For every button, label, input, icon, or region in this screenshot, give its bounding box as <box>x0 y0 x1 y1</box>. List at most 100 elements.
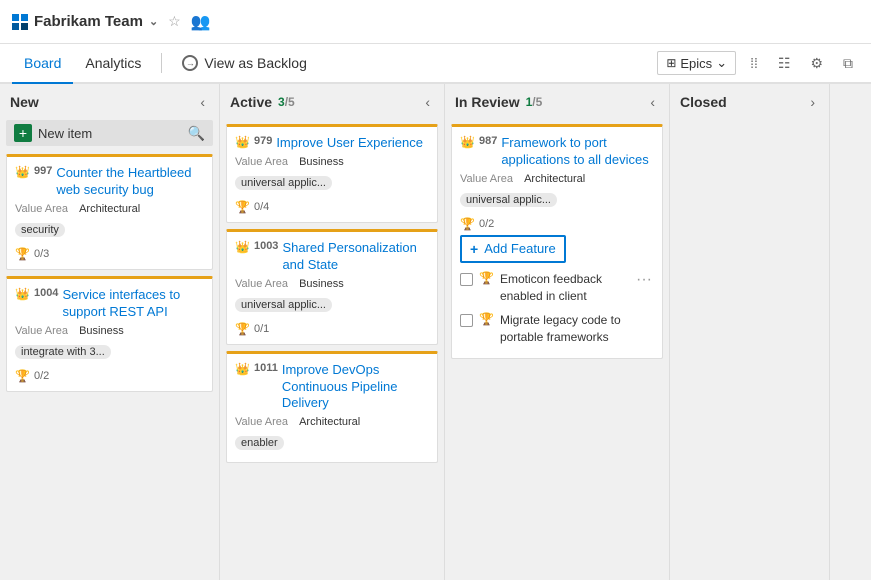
cards-area-closed <box>670 120 829 580</box>
nav-view-as-backlog[interactable]: View as Backlog <box>170 55 318 71</box>
card-tag[interactable]: universal applic... <box>235 298 332 312</box>
trophy-score: 0/2 <box>34 370 49 382</box>
trophy-score: 0/2 <box>479 218 494 230</box>
card-title[interactable]: Counter the Heartbleed web security bug <box>56 165 204 199</box>
column-title-active: Active3/5 <box>230 94 295 110</box>
feature-item-text[interactable]: Migrate legacy code to portable framewor… <box>500 312 654 346</box>
card-id: 979 <box>254 135 272 147</box>
value-area-label: Value Area <box>15 325 68 337</box>
table-row: 👑 987 Framework to port applications to al… <box>451 124 663 359</box>
logo-icon <box>12 14 28 30</box>
trophy-score: 0/3 <box>34 248 49 260</box>
crown-icon: 👑 <box>460 135 475 149</box>
app-header: Fabrikam Team ⌄ ☆ 👥 <box>0 0 871 44</box>
column-new: New ‹ + New item 🔍 👑997Counter the Heartbleed… <box>0 84 220 580</box>
card-footer: 🏆0/1 <box>235 322 429 336</box>
column-header-new: New ‹ <box>0 84 219 120</box>
card-tag[interactable]: universal applic... <box>235 176 332 190</box>
card-header-997: 👑997Counter the Heartbleed web security … <box>15 165 204 199</box>
feature-checkbox[interactable] <box>460 273 473 286</box>
table-row: 👑1004Service interfaces to support REST … <box>6 276 213 392</box>
value-area-label: Value Area <box>460 173 513 185</box>
card-title[interactable]: Shared Personalization and State <box>282 240 429 274</box>
feature-item-text[interactable]: Emoticon feedback enabled in client <box>500 271 628 305</box>
team-logo[interactable]: Fabrikam Team ⌄ <box>12 13 158 30</box>
epics-button[interactable]: ⊞ Epics ⌄ <box>657 51 736 75</box>
card-header-1004: 👑1004Service interfaces to support REST … <box>15 287 204 321</box>
more-options-icon[interactable]: ··· <box>634 271 654 289</box>
column-collapse-closed[interactable]: › <box>806 92 819 112</box>
column-header-inreview: In Review 1/5 ‹ <box>445 84 669 120</box>
trophy-icon: 🏆 <box>15 369 30 383</box>
card-tag[interactable]: enabler <box>235 436 284 450</box>
add-feature-button[interactable]: + Add Feature <box>460 235 566 263</box>
add-feature-plus-icon: + <box>470 241 478 257</box>
new-item-bar: + New item 🔍 <box>6 120 213 146</box>
column-collapse-inreview[interactable]: ‹ <box>646 92 659 112</box>
card-tag[interactable]: security <box>15 223 65 237</box>
column-inreview: In Review 1/5 ‹ 👑 987 Framework to port appli… <box>445 84 670 580</box>
value-area-value: Architectural <box>79 203 140 215</box>
card-header-987: 👑 987 Framework to port applications to al… <box>460 135 654 169</box>
card-tag[interactable]: integrate with 3... <box>15 345 111 359</box>
column-collapse-new[interactable]: ‹ <box>196 92 209 112</box>
value-area-label: Value Area <box>15 203 68 215</box>
search-icon[interactable]: 🔍 <box>188 125 205 142</box>
card-header-1011: 👑1011Improve DevOps Continuous Pipeline … <box>235 362 429 413</box>
settings-columns-icon[interactable]: ⁞⁞ <box>744 51 764 75</box>
column-header-active: Active3/5 ‹ <box>220 84 444 120</box>
navigation-bar: Board Analytics View as Backlog ⊞ Epics … <box>0 44 871 84</box>
chevron-down-icon[interactable]: ⌄ <box>149 15 158 28</box>
card-tag[interactable]: universal applic... <box>460 193 557 207</box>
value-area-label: Value Area <box>235 416 288 428</box>
column-count-inreview: 1/5 <box>526 95 543 109</box>
trophy-score: 0/4 <box>254 201 269 213</box>
column-title-new: New <box>10 94 39 110</box>
card-id: 987 <box>479 135 497 147</box>
card-id: 997 <box>34 165 52 177</box>
trophy-icon: 🏆 <box>235 322 250 336</box>
table-row: 👑979Improve User ExperienceValue Area Bu… <box>226 124 438 223</box>
column-active: Active3/5 ‹ 👑 979 Improve User Experience Val… <box>220 84 445 580</box>
epics-chevron-icon: ⌄ <box>716 55 727 71</box>
feature-trophy-icon: 🏆 <box>479 312 494 326</box>
card-footer: 🏆 0/2 <box>460 217 654 231</box>
card-title[interactable]: Improve DevOps Continuous Pipeline Deliv… <box>282 362 429 413</box>
crown-icon: 👑 <box>235 240 250 254</box>
column-header-closed: Closed› <box>670 84 829 120</box>
new-item-label: New item <box>38 126 92 141</box>
card-footer: 🏆 0/2 <box>15 369 204 383</box>
favorite-icon[interactable]: ☆ <box>168 13 181 30</box>
cards-area-new: 👑997Counter the Heartbleed web security … <box>0 150 219 580</box>
cards-area-inreview: 👑 987 Framework to port applications to al… <box>445 120 669 580</box>
card-title[interactable]: Service interfaces to support REST API <box>62 287 204 321</box>
filter-icon[interactable]: ☷ <box>772 51 797 76</box>
new-item-button[interactable]: + New item <box>14 124 92 142</box>
nav-separator <box>161 53 162 73</box>
gear-icon[interactable]: ⚙ <box>804 51 829 76</box>
list-item: 🏆Emoticon feedback enabled in client··· <box>460 267 654 309</box>
card-id: 1011 <box>254 362 278 374</box>
value-area-value: Business <box>299 278 344 290</box>
card-footer: 🏆0/3 <box>15 247 204 261</box>
card-title[interactable]: Improve User Experience <box>276 135 423 152</box>
toolbar-right: ⊞ Epics ⌄ ⁞⁞ ☷ ⚙ ⧉ <box>657 51 859 76</box>
card-meta: Value Area Business <box>235 278 429 290</box>
trophy-icon: 🏆 <box>460 217 475 231</box>
add-feature-label: Add Feature <box>484 241 556 256</box>
card-id: 1003 <box>254 240 278 252</box>
backlog-icon <box>182 55 198 71</box>
expand-icon[interactable]: ⧉ <box>837 51 859 76</box>
nav-board[interactable]: Board <box>12 44 73 84</box>
nav-analytics[interactable]: Analytics <box>73 44 153 84</box>
column-collapse-active[interactable]: ‹ <box>421 92 434 112</box>
column-title-inreview: In Review 1/5 <box>455 94 542 110</box>
column-title-text-inreview: In Review <box>455 94 520 110</box>
plus-icon: + <box>14 124 32 142</box>
card-meta: Value Area Business <box>235 156 429 168</box>
card-meta: Value Area Architectural <box>15 203 204 215</box>
column-closed: Closed› <box>670 84 830 580</box>
card-title[interactable]: Framework to port applications to all de… <box>501 135 654 169</box>
feature-checkbox[interactable] <box>460 314 473 327</box>
user-icon[interactable]: 👥 <box>191 12 211 32</box>
